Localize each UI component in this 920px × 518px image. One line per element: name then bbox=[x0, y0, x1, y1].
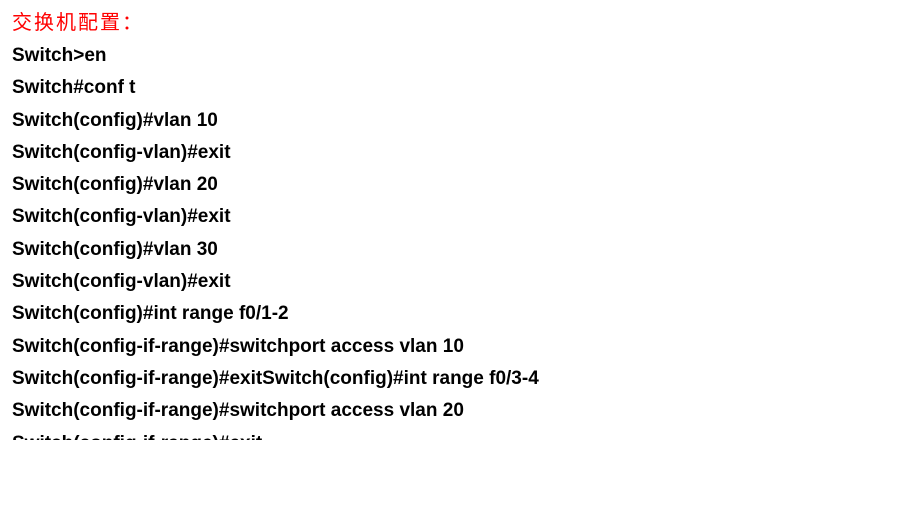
cli-line: Switch(config-vlan)#exit bbox=[12, 266, 908, 298]
cli-line: Switch(config-vlan)#exit bbox=[12, 137, 908, 169]
cli-line: Switch(config-if-range)#switchport acces… bbox=[12, 331, 908, 363]
cli-line: Switch>en bbox=[12, 40, 908, 72]
cli-line: Switch#conf t bbox=[12, 72, 908, 104]
cli-line: Switch(config)#vlan 30 bbox=[12, 234, 908, 266]
cli-line: Switch(config)#vlan 10 bbox=[12, 105, 908, 137]
config-title: 交换机配置： bbox=[12, 6, 908, 40]
cli-line: Switch(config-if-range)#exitSwitch(confi… bbox=[12, 363, 908, 395]
cli-line: Switch(config)#int range f0/1-2 bbox=[12, 298, 908, 330]
cli-line: Switch(config)#vlan 20 bbox=[12, 169, 908, 201]
cli-line: Switch(config-vlan)#exit bbox=[12, 201, 908, 233]
cli-line-partial: Switch(config-if-range)#exit bbox=[12, 428, 908, 440]
cli-line: Switch(config-if-range)#switchport acces… bbox=[12, 395, 908, 427]
